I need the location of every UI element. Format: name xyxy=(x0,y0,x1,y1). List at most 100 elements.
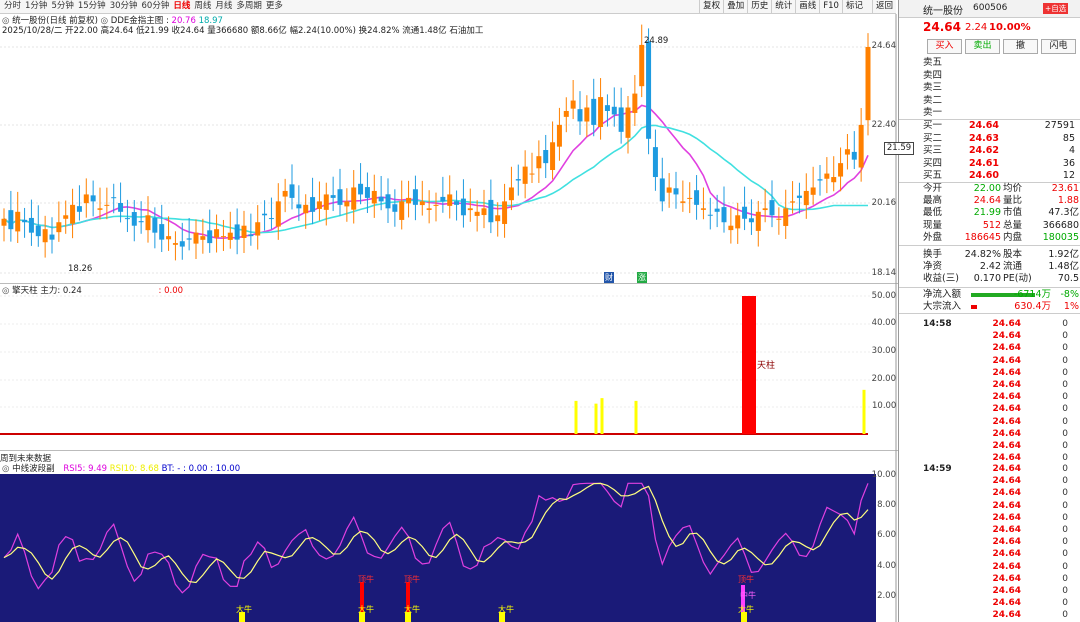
candle-body xyxy=(268,218,274,220)
price-tick-1: 24.64 xyxy=(871,41,896,51)
row-price: 24.61 xyxy=(968,157,999,169)
p2-tick-1: 50.00 xyxy=(871,291,896,301)
row-label: 卖一 xyxy=(923,107,943,118)
ask-row[interactable]: 卖四 xyxy=(899,70,1080,83)
tick-volume: 0 xyxy=(1062,343,1068,354)
row-volume: 4 xyxy=(1068,145,1075,156)
candle-body xyxy=(632,93,638,113)
candle-body xyxy=(467,208,473,211)
candle-body xyxy=(255,222,261,236)
ask-row[interactable]: 卖一 xyxy=(899,107,1080,120)
tick-volume: 0 xyxy=(1062,476,1068,487)
candle-body xyxy=(769,200,775,216)
candle-body xyxy=(824,173,830,179)
ask-row[interactable]: 卖五 xyxy=(899,57,1080,70)
candle-body xyxy=(358,183,364,195)
limit-up-marker[interactable]: 涨 xyxy=(637,272,647,283)
stat-label-1: 外盘 xyxy=(923,231,943,243)
panel3-title[interactable]: 中线波段副 xyxy=(12,464,55,474)
finance-marker[interactable]: 财 xyxy=(604,272,614,283)
tick-price: 24.64 xyxy=(992,573,1021,584)
candle-body xyxy=(159,224,165,240)
candle-body xyxy=(796,195,802,198)
panel2-main-label: 主力: 0.24 xyxy=(40,286,82,296)
tick-price: 24.64 xyxy=(992,500,1021,511)
candle-body xyxy=(508,187,514,201)
stat-value-2: 1.92亿 xyxy=(1048,249,1079,260)
stat-value-1: 2.42 xyxy=(979,261,1001,273)
top-signal-label: 顶牛 xyxy=(358,575,374,584)
tick-row: 24.64 0 xyxy=(923,330,1080,342)
candle-body xyxy=(296,204,302,209)
candle-body xyxy=(76,206,82,212)
stat-row: 换手 24.82% 股本 1.92亿 xyxy=(899,249,1080,262)
candle-body xyxy=(488,199,494,223)
candle-body xyxy=(433,204,439,206)
bid-row[interactable]: 买五 24.60 12 xyxy=(899,170,1080,183)
tick-volume: 0 xyxy=(1062,537,1068,548)
candle-body xyxy=(419,201,425,206)
candle-body xyxy=(35,225,41,237)
stat-value-1: 512 xyxy=(982,219,1001,231)
candle-body xyxy=(639,44,645,87)
panel2-settings-icon[interactable]: ◎ xyxy=(2,286,9,296)
tick-price: 24.64 xyxy=(992,549,1021,560)
tick-volume: 0 xyxy=(1062,610,1068,621)
candle-body xyxy=(536,156,542,169)
tick-row: 24.64 0 xyxy=(923,475,1080,487)
candle-body xyxy=(550,142,556,170)
cancel-order-button[interactable]: 撤 xyxy=(1003,39,1038,54)
candle-body xyxy=(742,206,748,219)
ask-row[interactable]: 卖二 xyxy=(899,95,1080,108)
kline-chart[interactable] xyxy=(0,0,898,622)
candle-body xyxy=(556,124,562,147)
stat-label-1: 换手 xyxy=(923,249,943,260)
candle-body xyxy=(282,190,288,197)
tick-price: 24.64 xyxy=(992,537,1021,548)
price-change-pct: 10.00% xyxy=(989,22,1031,33)
candle-body xyxy=(385,194,391,209)
candle-body xyxy=(241,225,247,238)
candle-body xyxy=(22,219,28,223)
row-volume: 85 xyxy=(1062,132,1075,144)
bid-row[interactable]: 买一 24.64 27591 xyxy=(899,120,1080,133)
bid-row[interactable]: 买四 24.61 36 xyxy=(899,158,1080,171)
price-tick-3: 20.16 xyxy=(871,198,896,208)
big-cow-label: 大牛 xyxy=(236,605,252,614)
row-volume: 12 xyxy=(1062,170,1075,181)
candle-body xyxy=(515,179,521,181)
stat-value-1: 21.99 xyxy=(973,207,1001,219)
panel2-title[interactable]: 擎天柱 xyxy=(12,286,38,296)
stat-value-2: 1.88 xyxy=(1057,195,1079,207)
tick-row: 24.64 0 xyxy=(923,379,1080,391)
ask-row[interactable]: 卖三 xyxy=(899,82,1080,95)
flow-value: 630.4万 xyxy=(1014,301,1051,312)
tick-time: 14:58 xyxy=(923,319,952,329)
tick-row: 24.64 0 xyxy=(923,609,1080,621)
panel3-settings-icon[interactable]: ◎ xyxy=(2,464,9,474)
candle-body xyxy=(364,187,370,198)
yellow-signal-bar xyxy=(594,403,598,434)
stat-label-1: 今开 xyxy=(923,183,943,194)
candle-body xyxy=(344,201,350,207)
stat-value-1: 24.64 xyxy=(973,195,1001,207)
flash-order-button[interactable]: 闪电 xyxy=(1041,39,1076,54)
bid-row[interactable]: 买三 24.62 4 xyxy=(899,145,1080,158)
tick-row: 24.64 0 xyxy=(923,487,1080,499)
tick-volume: 0 xyxy=(1062,586,1068,596)
candle-body xyxy=(844,149,850,155)
row-price: 24.63 xyxy=(968,132,999,144)
pillar-bar xyxy=(742,296,756,434)
p3-tick-5: 2.00 xyxy=(877,591,896,601)
stat-value-2: 366680 xyxy=(1042,219,1079,231)
candle-body xyxy=(591,98,597,125)
candle-body xyxy=(831,177,837,183)
sell-button[interactable]: 卖出 xyxy=(965,39,1000,54)
add-watchlist-button[interactable]: +自选 xyxy=(1043,3,1069,14)
candle-body xyxy=(138,221,144,223)
buy-button[interactable]: 买入 xyxy=(927,39,962,54)
current-price-tag: 21.59 xyxy=(884,142,914,155)
stat-label-1: 现量 xyxy=(923,219,943,231)
candle-body xyxy=(762,208,768,211)
bid-row[interactable]: 买二 24.63 85 xyxy=(899,133,1080,146)
